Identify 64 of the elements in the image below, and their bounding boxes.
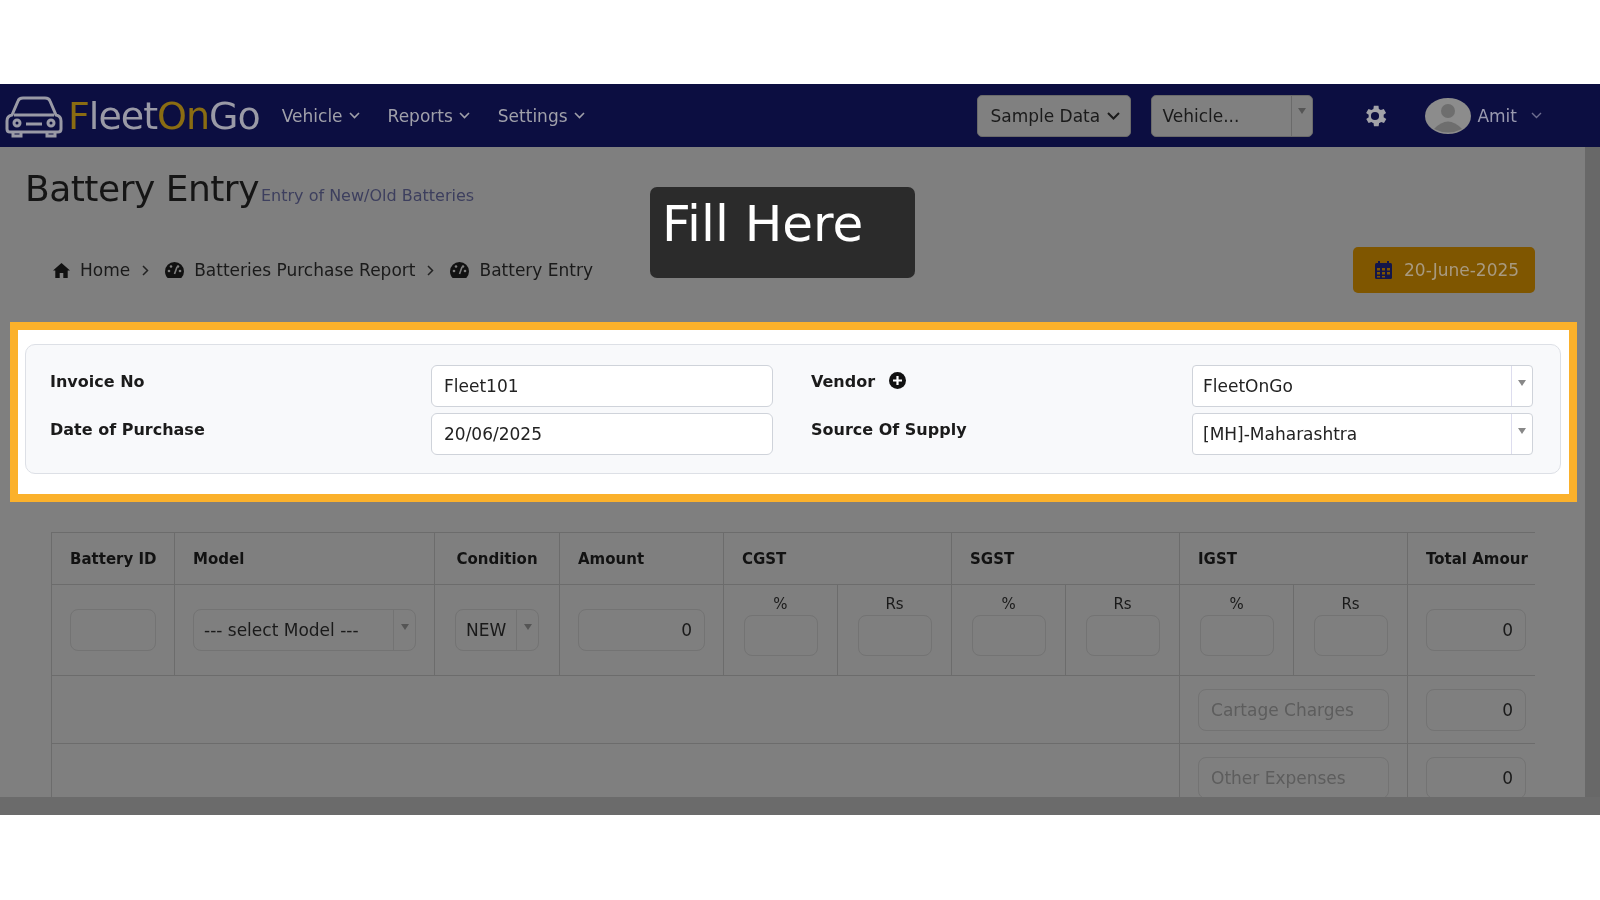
add-icon[interactable] (889, 371, 907, 389)
chevron-icon (573, 112, 585, 119)
chevron-icon (348, 112, 360, 119)
caret-icon (1518, 380, 1526, 386)
column-header: SGST (951, 532, 1180, 585)
avatar-icon[interactable] (1425, 97, 1472, 134)
chevron-icon (142, 264, 150, 276)
caret-icon (400, 624, 409, 630)
sub-header: % (1228, 595, 1245, 613)
logo-text: leet (88, 93, 158, 138)
column-header: Model (174, 532, 435, 585)
logo-text: Go (209, 93, 260, 138)
chevron-icon (1107, 111, 1121, 120)
caret-icon (523, 624, 532, 630)
vehicle-select[interactable]: Vehicle... (1151, 94, 1314, 137)
home-icon (53, 262, 70, 278)
column-header: CGST (723, 532, 952, 585)
sub-header: Rs (1112, 595, 1133, 613)
nav-menu[interactable]: Reports (387, 105, 470, 126)
select-field[interactable]: FleetOnGo (1192, 365, 1533, 407)
total-field[interactable]: 0 (1426, 609, 1526, 651)
vertical-scrollbar[interactable] (1585, 147, 1600, 797)
column-header: IGST (1179, 532, 1408, 585)
user-menu[interactable]: Amit (1477, 105, 1542, 126)
breadcrumb-link[interactable]: Batteries Purchase Report (194, 260, 416, 280)
sub-header: Rs (884, 595, 905, 613)
calendar-icon (1375, 261, 1392, 279)
nav-menu[interactable]: Settings (497, 105, 585, 126)
field-label: Invoice No (50, 371, 146, 391)
condition-select[interactable]: NEW (455, 609, 539, 651)
column-header: Battery ID (51, 532, 175, 585)
field-label: Vendor (811, 371, 876, 391)
gauge-icon (165, 262, 185, 278)
chevron-icon (458, 112, 470, 119)
breadcrumb-link[interactable]: Home (80, 260, 131, 280)
chevron-icon (1531, 112, 1542, 119)
sub-header: % (1000, 595, 1017, 613)
input-field[interactable]: 20/06/2025 (431, 413, 773, 455)
field-label: Source Of Supply (811, 419, 967, 439)
charge-amount-field[interactable]: 0 (1426, 688, 1526, 731)
caret-icon (1518, 428, 1526, 434)
caret-icon (1298, 107, 1307, 114)
logo-text: On (157, 93, 210, 138)
sample-data-select[interactable]: Sample Data (977, 94, 1132, 137)
select-field[interactable]: [MH]-Maharashtra (1192, 413, 1533, 455)
column-header: Condition (434, 532, 560, 585)
nav-menu[interactable]: Vehicle (281, 105, 360, 126)
model-select[interactable]: --- select Model --- (193, 609, 416, 651)
amount-field[interactable]: 0 (578, 609, 705, 651)
breadcrumb-link[interactable]: Battery Entry (479, 260, 594, 280)
sub-header: % (772, 595, 789, 613)
date-button[interactable]: 20-June-2025 (1353, 247, 1535, 293)
page-subtitle: Entry of New/Old Batteries (260, 186, 475, 205)
charge-amount-field[interactable]: 0 (1426, 756, 1526, 797)
logo-text: F (68, 93, 89, 138)
page-title: Battery Entry (25, 168, 259, 209)
tour-tooltip: Fill Here (650, 187, 915, 278)
chevron-icon (427, 264, 435, 276)
gauge-icon (450, 262, 470, 278)
field-label: Date of Purchase (50, 419, 206, 439)
horizontal-scrollbar[interactable] (0, 797, 1600, 815)
sub-header: Rs (1340, 595, 1361, 613)
input-field[interactable]: Fleet101 (431, 365, 773, 407)
column-header: Amount (559, 532, 724, 585)
